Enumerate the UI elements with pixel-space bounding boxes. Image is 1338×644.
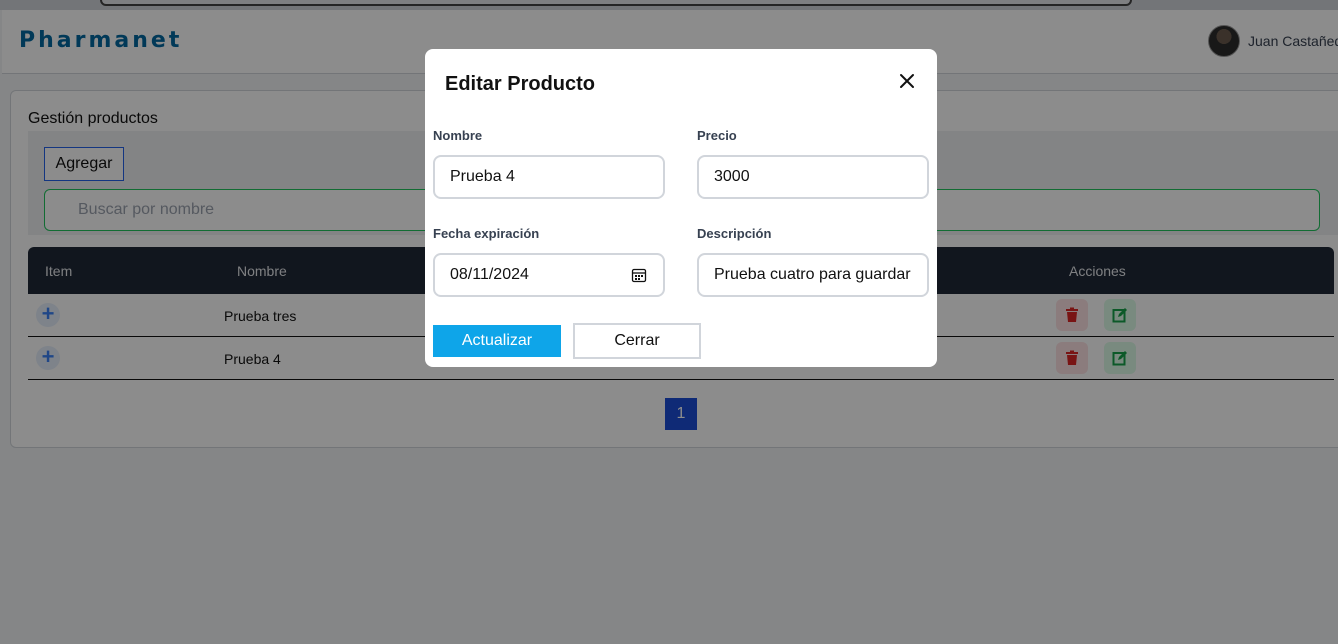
fecha-label: Fecha expiración [433,226,540,241]
descripcion-value: Prueba cuatro para guardar [714,266,911,283]
fecha-value: 08/11/2024 [450,266,529,283]
modal-title: Editar Producto [445,73,596,95]
precio-value: 3000 [714,168,750,185]
precio-label: Precio [697,128,737,143]
update-button[interactable]: Actualizar [433,325,561,357]
close-icon[interactable] [895,69,919,93]
descripcion-label: Descripción [697,226,772,241]
nombre-input[interactable]: Prueba 4 [433,155,665,199]
cancel-button[interactable]: Cerrar [573,323,701,359]
nombre-value: Prueba 4 [450,168,515,185]
descripcion-input[interactable]: Prueba cuatro para guardar [697,253,929,297]
nombre-label: Nombre [433,128,483,143]
precio-input[interactable]: 3000 [697,155,929,199]
fecha-input[interactable]: 08/11/2024 [433,253,665,297]
edit-product-modal: Editar Producto Nombre Prueba 4 Precio 3… [425,49,937,367]
calendar-icon[interactable] [631,267,647,283]
